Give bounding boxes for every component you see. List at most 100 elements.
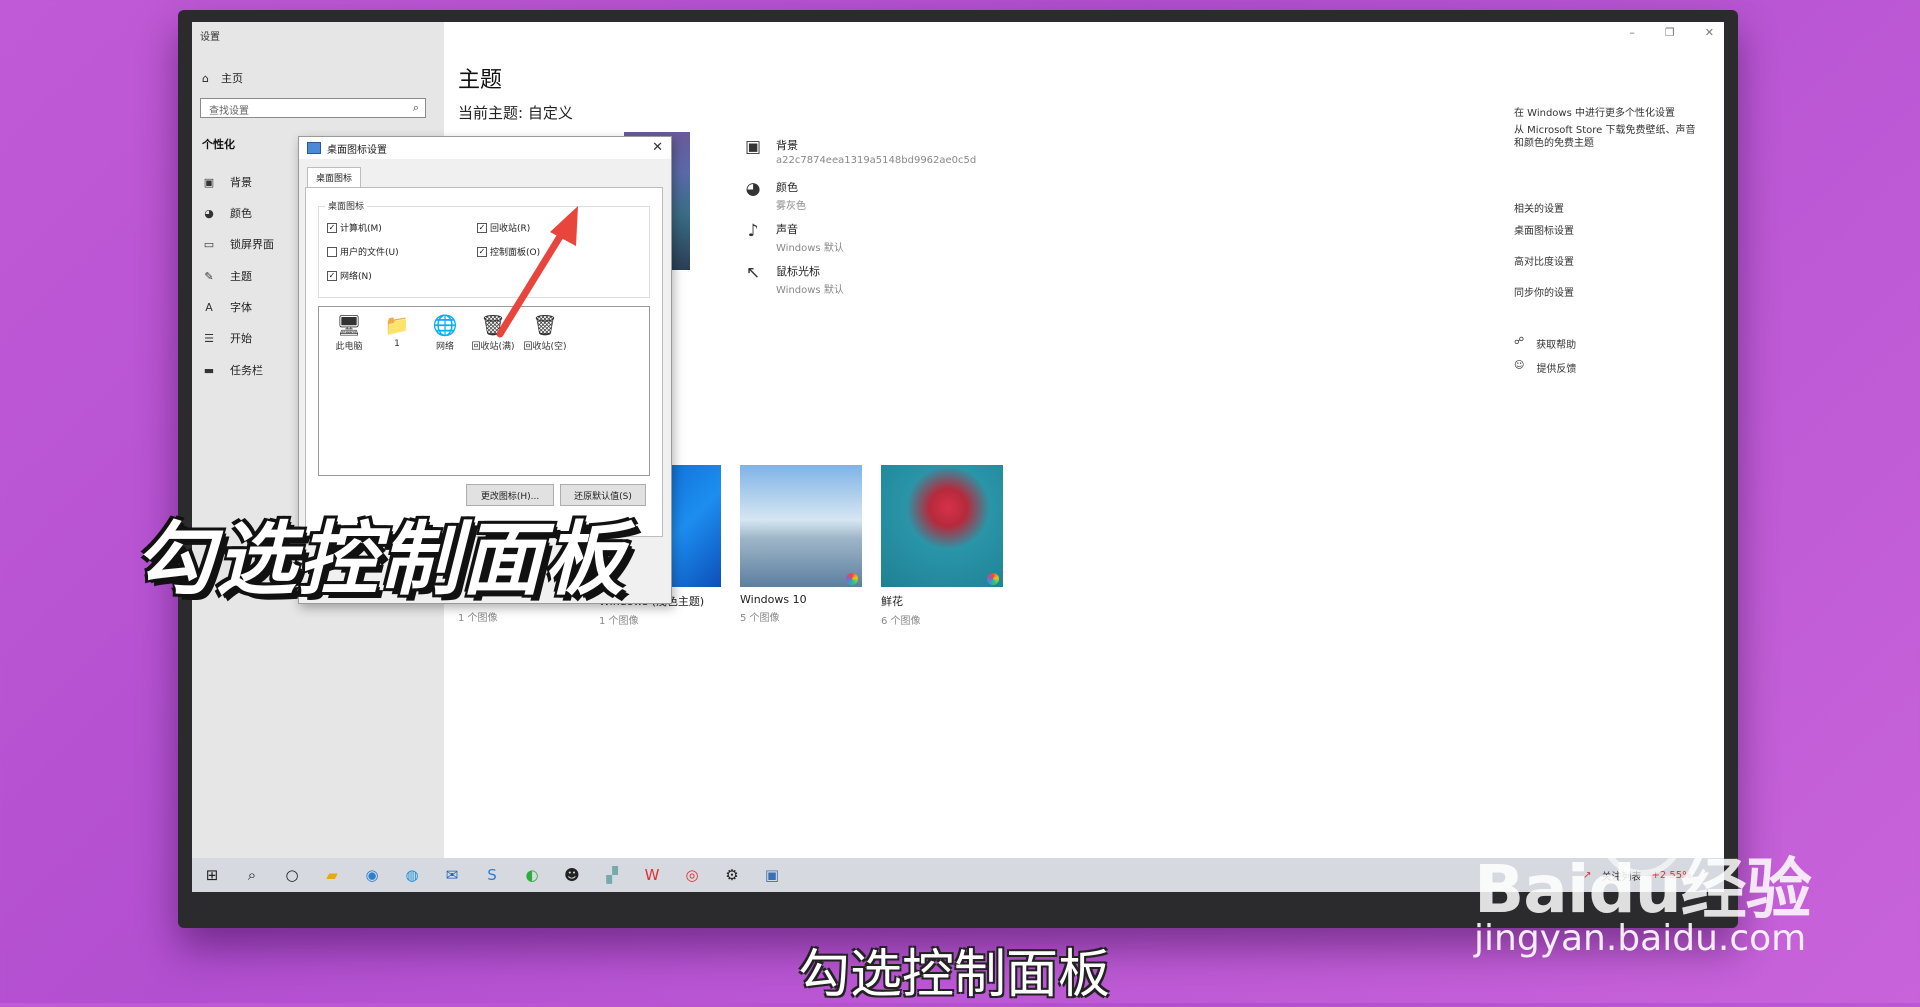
cortana-icon[interactable]: ○ bbox=[272, 866, 312, 884]
monitor-frame: 设置 ⌂ 主页 查找设置 ⌕ 个性化 ▣ 背景 ◕ 颜色 ▭ 锁屏界面 ✎ 主题… bbox=[178, 10, 1738, 928]
file-explorer-icon[interactable]: ▰ bbox=[312, 866, 352, 884]
sidebar-item-label: 颜色 bbox=[230, 207, 252, 220]
checkbox-check-icon: ✓ bbox=[327, 270, 337, 281]
window-controls: – ❐ ✕ bbox=[1629, 26, 1714, 39]
store-title: 在 Windows 中进行更多个性化设置 bbox=[1514, 108, 1675, 119]
icon-label: 此电脑 bbox=[335, 342, 363, 352]
network-icon: 🌐 bbox=[432, 313, 458, 337]
theme-card-flowers[interactable]: 鲜花 6 个图像 bbox=[881, 465, 1003, 627]
prop-sub: Windows 默认 bbox=[776, 243, 844, 254]
page-title: 主题 bbox=[458, 68, 503, 93]
prop-cursor[interactable]: ↖ 鼠标光标 Windows 默认 bbox=[742, 263, 844, 296]
taskbar-icon: ▬ bbox=[203, 363, 215, 377]
theme-count: 1 个图像 bbox=[458, 613, 498, 624]
settings-gear-icon[interactable]: ⚙ bbox=[712, 866, 752, 884]
sidebar-item-themes[interactable]: ✎ 主题 bbox=[202, 268, 252, 284]
current-theme-label: 当前主题: 自定义 bbox=[458, 104, 573, 122]
prop-background[interactable]: ▣ 背景 a22c7874eea1319a5148bd9962ae0c5d bbox=[742, 137, 976, 166]
link-high-contrast[interactable]: 高对比度设置 bbox=[1514, 253, 1714, 268]
minimize-button[interactable]: – bbox=[1629, 26, 1635, 39]
dialog-app-icon bbox=[307, 142, 321, 154]
search-icon[interactable]: ⌕ bbox=[232, 866, 272, 884]
dialog-close-icon[interactable]: ✕ bbox=[652, 140, 663, 155]
icon-label: 网络 bbox=[435, 342, 454, 352]
search-input[interactable]: 查找设置 ⌕ bbox=[200, 98, 426, 118]
speaker-icon: ♪ bbox=[747, 221, 759, 241]
dialog-titlebar[interactable]: 桌面图标设置 ✕ bbox=[299, 137, 671, 159]
checkbox-label: 用户的文件(U) bbox=[340, 248, 399, 258]
netease-music-icon[interactable]: ◎ bbox=[672, 866, 712, 884]
help-icon: ☍ bbox=[1514, 336, 1525, 347]
sidebar-item-taskbar[interactable]: ▬ 任务栏 bbox=[202, 362, 263, 378]
overlay-caption: 勾选控制面板 bbox=[134, 513, 626, 606]
search-icon: ⌕ bbox=[412, 101, 419, 114]
sidebar-item-label: 背景 bbox=[230, 176, 252, 189]
close-button[interactable]: ✕ bbox=[1705, 26, 1714, 39]
edge-icon[interactable]: ◍ bbox=[392, 866, 432, 884]
prop-title: 鼠标光标 bbox=[776, 265, 820, 278]
checkbox-network[interactable]: ✓ 网络(N) bbox=[327, 269, 372, 282]
checkbox-computer[interactable]: ✓ 计算机(M) bbox=[327, 221, 382, 234]
group-legend: 桌面图标 bbox=[325, 199, 368, 212]
home-icon: ⌂ bbox=[202, 71, 209, 85]
wechat-icon[interactable]: ◐ bbox=[512, 866, 552, 884]
color-badge-icon bbox=[846, 573, 858, 585]
window-title: 设置 bbox=[200, 32, 220, 43]
font-icon: A bbox=[205, 300, 213, 314]
maximize-button[interactable]: ❐ bbox=[1665, 26, 1675, 39]
prop-title: 声音 bbox=[776, 223, 798, 236]
icon-network[interactable]: 🌐 网络 bbox=[419, 313, 471, 352]
tab-desktop-icons[interactable]: 桌面图标 bbox=[307, 167, 362, 187]
cursor-icon: ↖ bbox=[745, 263, 761, 283]
sidebar-item-colors[interactable]: ◕ 颜色 bbox=[202, 205, 252, 221]
checkbox-label: 计算机(M) bbox=[340, 224, 382, 234]
link-sync-settings[interactable]: 同步你的设置 bbox=[1514, 284, 1714, 299]
feedback-link[interactable]: ☺ 提供反馈 bbox=[1514, 360, 1576, 375]
theme-count: 6 个图像 bbox=[881, 616, 921, 627]
red-arrow-icon bbox=[496, 206, 578, 338]
start-button-icon[interactable]: ⊞ bbox=[192, 866, 232, 884]
desktop-icon-list[interactable]: 🖥 此电脑 📁 1 🌐 网络 🗑 回收站(满) 🗑 回收站(空) bbox=[318, 306, 650, 476]
qq-icon[interactable]: ☻ bbox=[552, 866, 592, 884]
prop-sub: 雾灰色 bbox=[776, 201, 806, 212]
theme-name: Windows 10 bbox=[740, 593, 807, 606]
checkbox-check-icon: ✓ bbox=[327, 222, 337, 233]
color-badge-icon bbox=[987, 573, 999, 585]
sidebar-item-start[interactable]: ☰ 开始 bbox=[202, 330, 252, 346]
chat-icon[interactable]: ◉ bbox=[352, 866, 392, 884]
sidebar-item-lockscreen[interactable]: ▭ 锁屏界面 bbox=[202, 236, 274, 252]
start-icon: ☰ bbox=[204, 331, 214, 345]
prop-color[interactable]: ◕ 颜色 雾灰色 bbox=[742, 179, 806, 212]
app-icon[interactable]: ▞ bbox=[592, 866, 632, 884]
dialog-panel: 桌面图标 ✓ 计算机(M) ✓ 回收站(R) 用户的文件(U) ✓ 控制面板(O) ✓… bbox=[305, 187, 663, 537]
sidebar-home-label: 主页 bbox=[220, 72, 243, 85]
sidebar-home[interactable]: ⌂ 主页 bbox=[202, 70, 243, 86]
link-desktop-icon-settings[interactable]: 桌面图标设置 bbox=[1514, 222, 1714, 237]
sidebar-item-label: 字体 bbox=[230, 301, 252, 314]
checkbox-check-icon: ✓ bbox=[477, 246, 487, 257]
theme-thumbnail bbox=[740, 465, 862, 587]
icon-label: 回收站(空) bbox=[523, 342, 567, 352]
icon-user[interactable]: 📁 1 bbox=[371, 313, 423, 349]
checkbox-empty bbox=[327, 246, 337, 257]
sidebar-item-background[interactable]: ▣ 背景 bbox=[202, 174, 252, 190]
feedback-icon: ☺ bbox=[1514, 360, 1525, 371]
theme-card-windows10[interactable]: Windows 10 5 个图像 bbox=[740, 465, 862, 624]
icon-this-pc[interactable]: 🖥 此电脑 bbox=[323, 313, 375, 352]
prop-sound[interactable]: ♪ 声音 Windows 默认 bbox=[742, 221, 844, 254]
sogou-icon[interactable]: S bbox=[472, 866, 512, 884]
palette-icon: ◕ bbox=[745, 179, 761, 199]
wps-icon[interactable]: W bbox=[632, 866, 672, 884]
mail-icon[interactable]: ✉ bbox=[432, 866, 472, 884]
checkbox-user-files[interactable]: 用户的文件(U) bbox=[327, 245, 399, 258]
get-help-link[interactable]: ☍ 获取帮助 bbox=[1514, 336, 1576, 351]
user-folder-icon: 📁 bbox=[384, 313, 410, 337]
checkbox-label: 网络(N) bbox=[340, 272, 372, 282]
desktop-settings-app-icon[interactable]: ▣ bbox=[752, 866, 792, 884]
store-link[interactable]: 从 Microsoft Store 下载免费壁纸、声音和颜色的免费主题 bbox=[1514, 124, 1704, 150]
watermark-url: jingyan.baidu.com bbox=[1474, 918, 1807, 959]
screen: 设置 ⌂ 主页 查找设置 ⌕ 个性化 ▣ 背景 ◕ 颜色 ▭ 锁屏界面 ✎ 主题… bbox=[192, 22, 1724, 892]
overlay-subtitle: 勾选控制面板 bbox=[798, 945, 1111, 1005]
sidebar-item-label: 开始 bbox=[230, 332, 252, 345]
sidebar-item-fonts[interactable]: A 字体 bbox=[202, 299, 252, 315]
